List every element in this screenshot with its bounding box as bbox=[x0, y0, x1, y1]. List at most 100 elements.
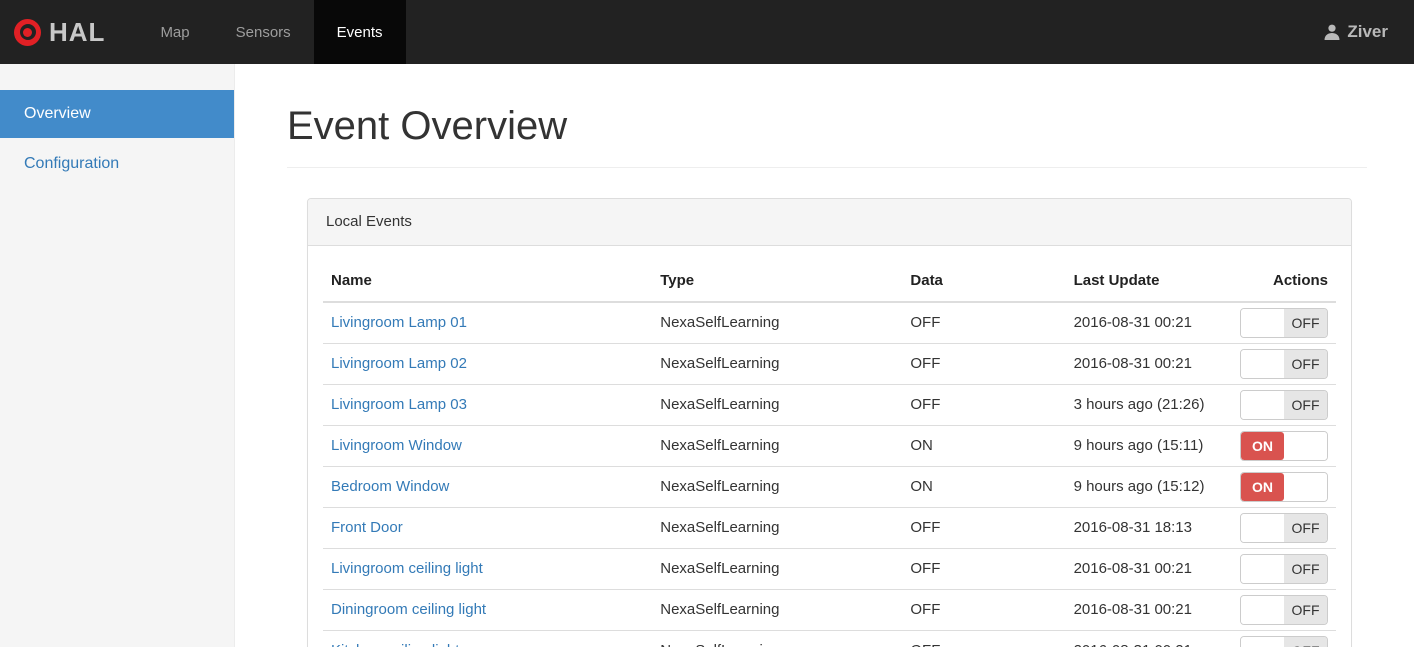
main-content: Event Overview Local Events Name Type Da… bbox=[235, 64, 1414, 647]
table-row: Livingroom Lamp 01 NexaSelfLearning OFF … bbox=[323, 302, 1336, 344]
event-name-link[interactable]: Livingroom Lamp 03 bbox=[331, 396, 467, 413]
table-row: Front Door NexaSelfLearning OFF 2016-08-… bbox=[323, 507, 1336, 549]
table-row: Livingroom Lamp 02 NexaSelfLearning OFF … bbox=[323, 343, 1336, 385]
event-name-link[interactable]: Livingroom Lamp 01 bbox=[331, 314, 467, 331]
event-data: ON bbox=[902, 425, 1066, 467]
toggle-handle bbox=[1241, 391, 1284, 419]
event-toggle[interactable]: OFF bbox=[1240, 554, 1328, 584]
toggle-label: OFF bbox=[1284, 350, 1327, 378]
toggle-handle bbox=[1241, 309, 1284, 337]
table-row: Bedroom Window NexaSelfLearning ON 9 hou… bbox=[323, 466, 1336, 508]
user-name: Ziver bbox=[1347, 22, 1388, 41]
event-data: OFF bbox=[902, 507, 1066, 549]
sidebar: Overview Configuration bbox=[0, 64, 235, 647]
navbar-spacer bbox=[406, 0, 1324, 64]
event-last-update: 2016-08-31 00:21 bbox=[1065, 589, 1232, 631]
toggle-handle bbox=[1241, 555, 1284, 583]
event-data: ON bbox=[902, 466, 1066, 508]
sidebar-item-overview[interactable]: Overview bbox=[0, 90, 234, 138]
toggle-label: OFF bbox=[1284, 309, 1327, 337]
toggle-handle bbox=[1284, 432, 1327, 460]
event-data: OFF bbox=[902, 302, 1066, 344]
col-header-actions: Actions bbox=[1231, 261, 1336, 303]
event-type: NexaSelfLearning bbox=[652, 466, 903, 508]
table-header-row: Name Type Data Last Update Actions bbox=[323, 261, 1336, 303]
table-row: Livingroom Lamp 03 NexaSelfLearning OFF … bbox=[323, 384, 1336, 426]
brand-label: HAL bbox=[49, 16, 106, 47]
col-header-last-update: Last Update bbox=[1065, 261, 1232, 303]
event-name-link[interactable]: Livingroom Lamp 02 bbox=[331, 355, 467, 372]
col-header-name: Name bbox=[323, 261, 653, 303]
toggle-handle bbox=[1241, 596, 1284, 624]
event-type: NexaSelfLearning bbox=[652, 343, 903, 385]
event-type: NexaSelfLearning bbox=[652, 548, 903, 590]
event-toggle[interactable]: ON bbox=[1240, 431, 1328, 461]
event-data: OFF bbox=[902, 548, 1066, 590]
toggle-label: OFF bbox=[1284, 391, 1327, 419]
top-navbar: HAL Map Sensors Events Ziver bbox=[0, 0, 1414, 64]
event-toggle[interactable]: OFF bbox=[1240, 595, 1328, 625]
user-menu[interactable]: Ziver bbox=[1323, 0, 1414, 64]
toggle-label: OFF bbox=[1284, 637, 1327, 647]
event-toggle[interactable]: OFF bbox=[1240, 308, 1328, 338]
col-header-type: Type bbox=[652, 261, 903, 303]
sidebar-item-configuration[interactable]: Configuration bbox=[0, 140, 234, 188]
toggle-label: OFF bbox=[1284, 596, 1327, 624]
toggle-handle bbox=[1241, 350, 1284, 378]
event-type: NexaSelfLearning bbox=[652, 384, 903, 426]
panel-body: Name Type Data Last Update Actions Livin… bbox=[308, 246, 1351, 647]
event-toggle[interactable]: OFF bbox=[1240, 513, 1328, 543]
hal-logo-icon bbox=[14, 18, 41, 46]
toggle-label: OFF bbox=[1284, 555, 1327, 583]
event-data: OFF bbox=[902, 589, 1066, 631]
event-data: OFF bbox=[902, 343, 1066, 385]
events-table-body: Livingroom Lamp 01 NexaSelfLearning OFF … bbox=[323, 302, 1336, 647]
event-data: OFF bbox=[902, 384, 1066, 426]
event-type: NexaSelfLearning bbox=[652, 425, 903, 467]
event-last-update: 9 hours ago (15:11) bbox=[1065, 425, 1232, 467]
event-last-update: 3 hours ago (21:26) bbox=[1065, 384, 1232, 426]
event-last-update: 9 hours ago (15:12) bbox=[1065, 466, 1232, 508]
table-row: Livingroom ceiling light NexaSelfLearnin… bbox=[323, 548, 1336, 590]
toggle-handle bbox=[1241, 514, 1284, 542]
event-toggle[interactable]: OFF bbox=[1240, 636, 1328, 647]
table-row: Diningroom ceiling light NexaSelfLearnin… bbox=[323, 589, 1336, 631]
event-toggle[interactable]: OFF bbox=[1240, 349, 1328, 379]
nav-item-map[interactable]: Map bbox=[137, 0, 212, 64]
event-name-link[interactable]: Kitchen ceiling light bbox=[331, 642, 459, 647]
page-layout: Overview Configuration Event Overview Lo… bbox=[0, 64, 1414, 647]
local-events-panel: Local Events Name Type Data Last Update … bbox=[307, 198, 1352, 647]
event-type: NexaSelfLearning bbox=[652, 507, 903, 549]
col-header-data: Data bbox=[902, 261, 1066, 303]
events-table: Name Type Data Last Update Actions Livin… bbox=[323, 261, 1336, 647]
toggle-handle bbox=[1241, 637, 1284, 647]
event-last-update: 2016-08-31 00:21 bbox=[1065, 302, 1232, 344]
event-type: NexaSelfLearning bbox=[652, 589, 903, 631]
table-row: Kitchen ceiling light NexaSelfLearning O… bbox=[323, 630, 1336, 647]
page-title: Event Overview bbox=[287, 104, 1367, 168]
nav-item-events[interactable]: Events bbox=[313, 0, 406, 64]
event-last-update: 2016-08-31 00:21 bbox=[1065, 343, 1232, 385]
event-data: OFF bbox=[902, 630, 1066, 647]
event-toggle[interactable]: OFF bbox=[1240, 390, 1328, 420]
event-name-link[interactable]: Livingroom ceiling light bbox=[331, 560, 483, 577]
toggle-label: ON bbox=[1241, 473, 1284, 501]
event-last-update: 2016-08-31 00:21 bbox=[1065, 548, 1232, 590]
brand[interactable]: HAL bbox=[0, 0, 121, 64]
toggle-label: OFF bbox=[1284, 514, 1327, 542]
main-nav: Map Sensors Events bbox=[137, 0, 406, 64]
event-name-link[interactable]: Diningroom ceiling light bbox=[331, 601, 486, 618]
event-type: NexaSelfLearning bbox=[652, 630, 903, 647]
user-icon bbox=[1324, 24, 1340, 40]
event-name-link[interactable]: Front Door bbox=[331, 519, 403, 536]
event-toggle[interactable]: ON bbox=[1240, 472, 1328, 502]
event-name-link[interactable]: Bedroom Window bbox=[331, 478, 449, 495]
toggle-handle bbox=[1284, 473, 1327, 501]
nav-item-sensors[interactable]: Sensors bbox=[213, 0, 314, 64]
event-type: NexaSelfLearning bbox=[652, 302, 903, 344]
event-name-link[interactable]: Livingroom Window bbox=[331, 437, 462, 454]
table-row: Livingroom Window NexaSelfLearning ON 9 … bbox=[323, 425, 1336, 467]
toggle-label: ON bbox=[1241, 432, 1284, 460]
event-last-update: 2016-08-31 00:21 bbox=[1065, 630, 1232, 647]
event-last-update: 2016-08-31 18:13 bbox=[1065, 507, 1232, 549]
